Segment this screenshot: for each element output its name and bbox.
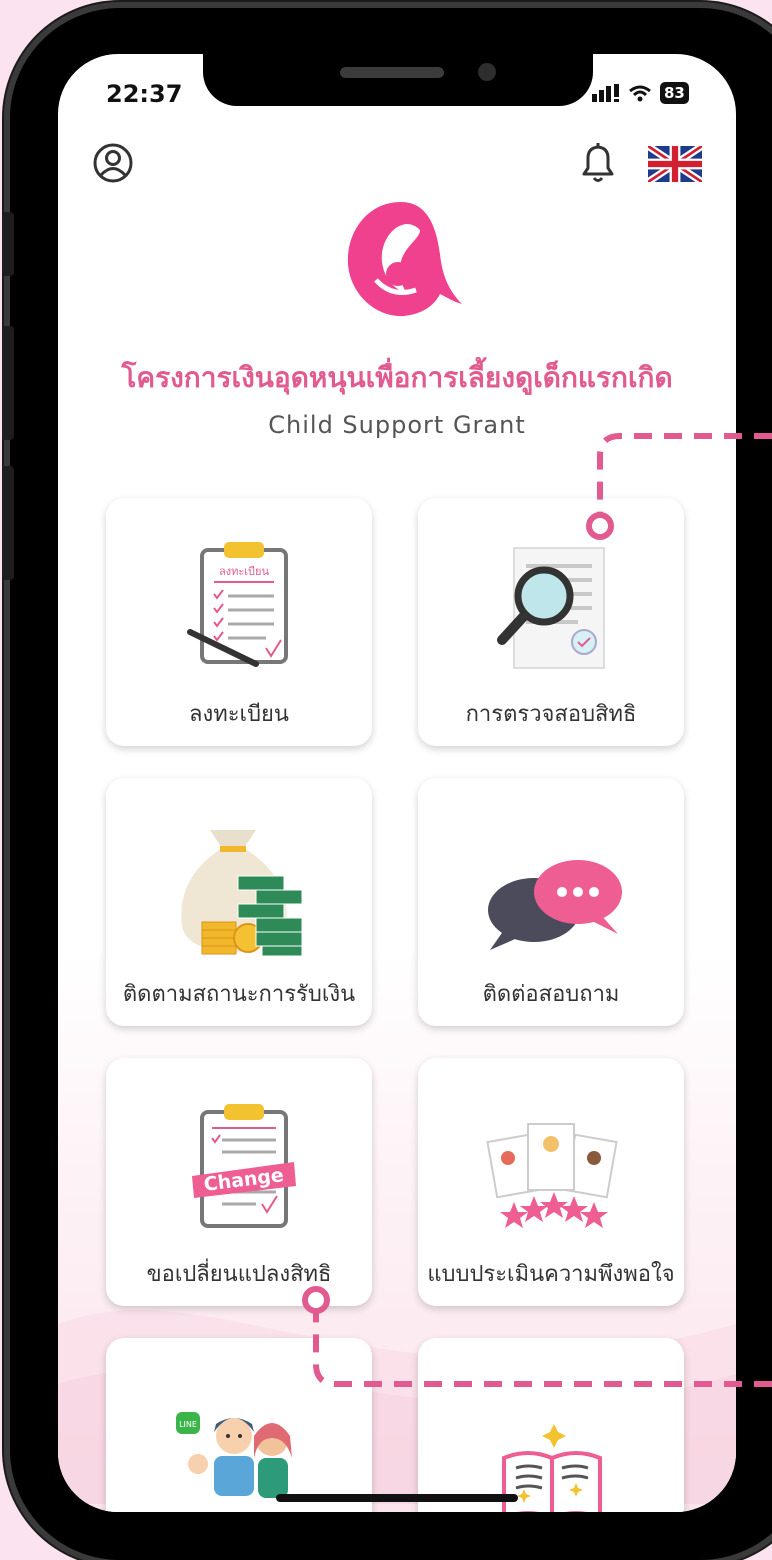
dashed-connector-lines <box>302 433 772 1387</box>
